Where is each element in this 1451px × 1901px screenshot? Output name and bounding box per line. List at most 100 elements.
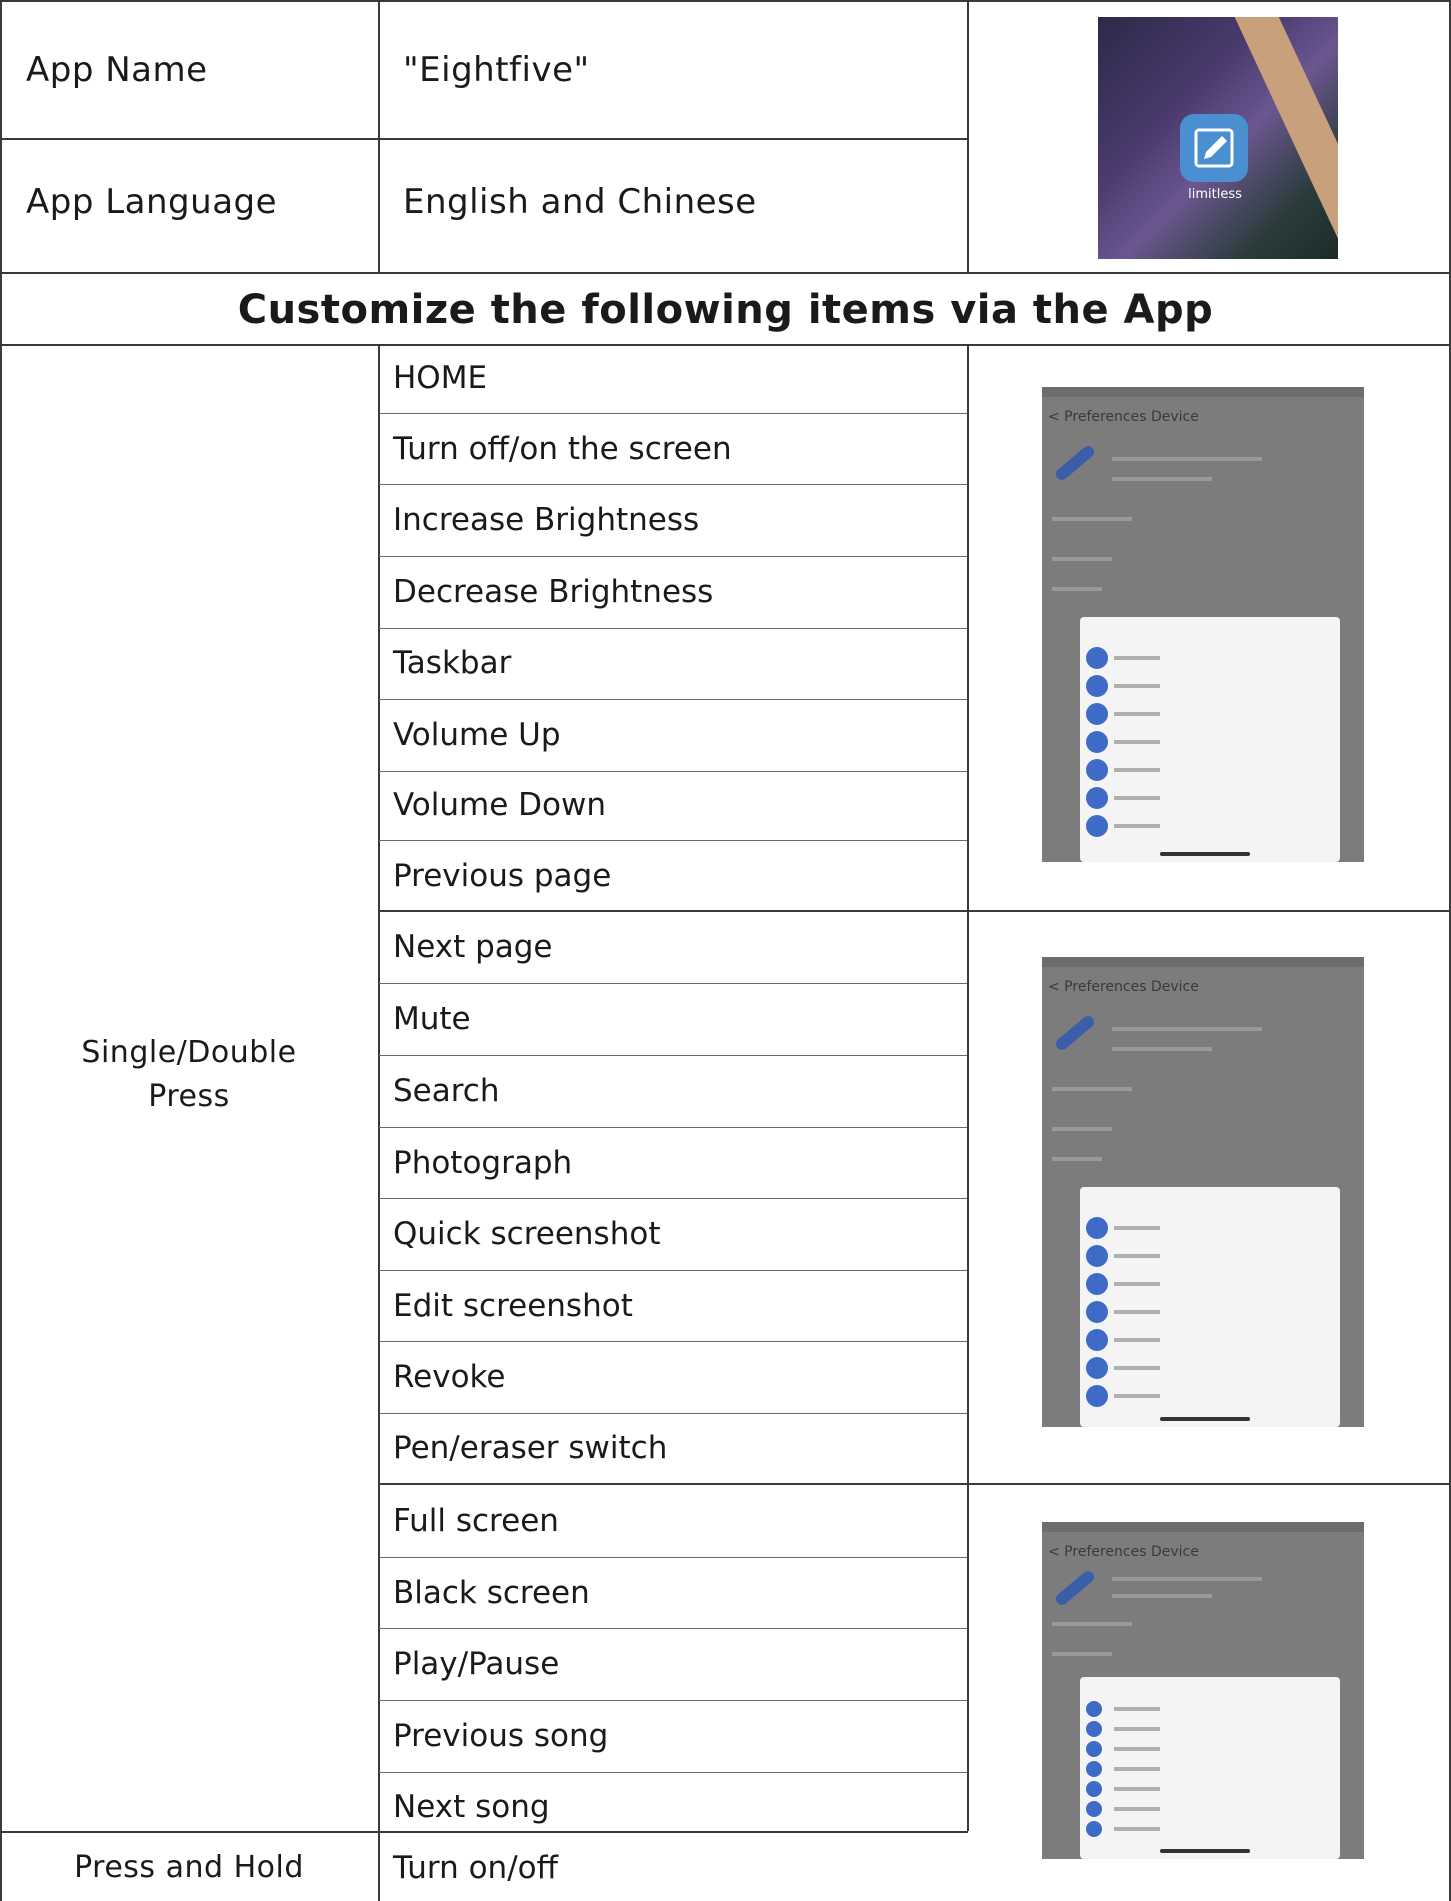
- list-item: Pen/eraser switch: [393, 1430, 668, 1466]
- list-item: Search: [393, 1073, 500, 1109]
- list-item: Previous song: [393, 1718, 609, 1754]
- text-line: [1112, 477, 1212, 481]
- dialog-row: [1086, 647, 1266, 669]
- dialog-row: [1086, 1217, 1266, 1239]
- text-line: [1052, 1622, 1132, 1626]
- dialog-row: [1086, 1701, 1266, 1723]
- divider-col2: [967, 0, 969, 273]
- home-indicator: [1160, 852, 1250, 856]
- row-line: [379, 1772, 967, 1773]
- dialog-row: [1086, 675, 1266, 697]
- app-screenshot-2: < Preferences Device: [1042, 957, 1364, 1427]
- dialog-row: [1086, 1741, 1266, 1763]
- dialog-row: [1086, 1245, 1266, 1267]
- status-bar: [1042, 387, 1364, 397]
- screenshot-header: < Preferences Device: [1048, 409, 1199, 425]
- pen-icon: [1053, 1568, 1097, 1608]
- function-dialog: [1080, 617, 1340, 862]
- dialog-row: [1086, 1329, 1266, 1351]
- row-line: [379, 840, 967, 841]
- list-item: Taskbar: [393, 645, 512, 681]
- app-language-value: English and Chinese: [403, 182, 757, 222]
- press-hold-label: Press and Hold: [74, 1849, 304, 1885]
- row-line: [379, 1270, 967, 1271]
- status-bar: [1042, 1522, 1364, 1532]
- dialog-row: [1086, 731, 1266, 753]
- status-bar: [1042, 957, 1364, 967]
- list-item: HOME: [393, 360, 488, 396]
- list-item: Quick screenshot: [393, 1216, 661, 1252]
- pencil-icon: [1180, 114, 1248, 182]
- row-line: [379, 983, 967, 984]
- divider-row1: [0, 138, 968, 140]
- divider-section-bottom: [0, 344, 1451, 346]
- dialog-row: [1086, 1821, 1266, 1843]
- single-double-label-line1: Single/Double: [81, 1034, 297, 1070]
- function-dialog: [1080, 1677, 1340, 1859]
- row-line: [379, 628, 967, 629]
- text-line: [1112, 1047, 1212, 1051]
- pen-icon: [1053, 1013, 1097, 1053]
- list-item: Edit screenshot: [393, 1288, 633, 1324]
- dialog-row: [1086, 1273, 1266, 1295]
- pen-icon: [1053, 443, 1097, 483]
- dialog-row: [1086, 1357, 1266, 1379]
- text-line: [1052, 517, 1132, 521]
- list-item: Photograph: [393, 1145, 573, 1181]
- dialog-row: [1086, 1801, 1266, 1823]
- text-line: [1052, 1087, 1132, 1091]
- home-indicator: [1160, 1849, 1250, 1853]
- dialog-row: [1086, 787, 1266, 809]
- text-line: [1052, 557, 1112, 561]
- list-item: Play/Pause: [393, 1646, 560, 1682]
- row-line: [379, 484, 967, 485]
- dialog-row: [1086, 815, 1266, 837]
- dialog-row: [1086, 1385, 1266, 1407]
- list-item: Decrease Brightness: [393, 574, 714, 610]
- dialog-row: [1086, 703, 1266, 725]
- table-border-top: [0, 0, 1451, 2]
- group-line: [379, 1483, 1451, 1485]
- single-double-label-line2: Press: [148, 1078, 230, 1114]
- group-line: [379, 910, 1451, 912]
- text-line: [1112, 1594, 1212, 1598]
- dialog-row: [1086, 1761, 1266, 1783]
- text-line: [1052, 1652, 1112, 1656]
- screenshot-header: < Preferences Device: [1048, 979, 1199, 995]
- row-line: [379, 413, 967, 414]
- text-line: [1112, 457, 1262, 461]
- row-line: [379, 1055, 967, 1056]
- list-item: Increase Brightness: [393, 502, 700, 538]
- app-icon-image: limitless: [1098, 17, 1338, 259]
- home-indicator: [1160, 1417, 1250, 1421]
- app-icon-label: limitless: [1188, 187, 1242, 202]
- list-item: Volume Down: [393, 787, 606, 823]
- list-item: Mute: [393, 1001, 471, 1037]
- row-line: [379, 1628, 967, 1629]
- dialog-row: [1086, 1721, 1266, 1743]
- list-item: Previous page: [393, 858, 612, 894]
- text-line: [1052, 1157, 1102, 1161]
- app-name-value: "Eightfive": [403, 50, 590, 90]
- list-item: Turn off/on the screen: [393, 431, 732, 467]
- list-item: Revoke: [393, 1359, 506, 1395]
- list-item: Turn on/off: [393, 1850, 558, 1886]
- divider-col1: [378, 0, 380, 273]
- list-item: Black screen: [393, 1575, 590, 1611]
- app-language-label: App Language: [26, 182, 278, 222]
- row-line: [379, 556, 967, 557]
- divider-col2-lower: [967, 344, 969, 1831]
- text-line: [1052, 1127, 1112, 1131]
- divider-col1-lower: [378, 344, 380, 1901]
- row-line: [379, 1557, 967, 1558]
- app-name-label: App Name: [26, 50, 208, 90]
- list-item: Full screen: [393, 1503, 559, 1539]
- row-line: [379, 1127, 967, 1128]
- list-item: Next page: [393, 929, 553, 965]
- screenshot-header: < Preferences Device: [1048, 1544, 1199, 1560]
- row-line: [379, 1700, 967, 1701]
- text-line: [1112, 1577, 1262, 1581]
- section-title: Customize the following items via the Ap…: [237, 287, 1214, 333]
- app-screenshot-1: < Preferences Device: [1042, 387, 1364, 862]
- list-item: Next song: [393, 1789, 550, 1825]
